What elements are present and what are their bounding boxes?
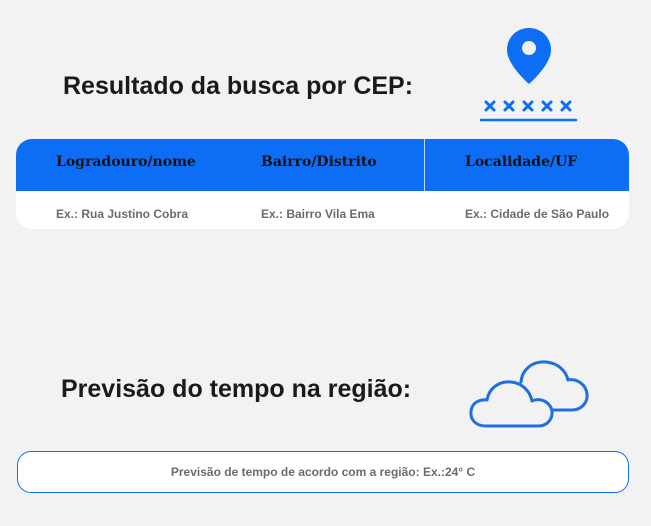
pin-shape — [507, 28, 551, 84]
cell-logradouro: Ex.: Rua Justino Cobra — [56, 207, 189, 221]
pin-hole — [522, 41, 536, 55]
header-localidade: Localidade/UF — [465, 154, 578, 170]
forecast-text: Previsão de tempo de acordo com a região… — [170, 465, 476, 479]
cep-result-title: Resultado da busca por CEP: — [63, 72, 414, 100]
header-bairro: Bairro/Distrito — [261, 154, 377, 170]
masked-code-icon — [484, 100, 572, 112]
table-header-row: Logradouro/nome Bairro/Distrito Localida… — [16, 139, 629, 191]
header-divider — [424, 139, 425, 191]
front-cloud — [469, 380, 554, 428]
clouds-icon — [469, 360, 589, 428]
forecast-result-box: Previsão de tempo de acordo com a região… — [17, 451, 629, 493]
cell-localidade: Ex.: Cidade de São Paulo — [465, 207, 610, 221]
cell-bairro: Ex.: Bairro Vila Ema — [261, 207, 375, 221]
location-pin-icon — [479, 28, 578, 122]
weather-forecast-title: Previsão do tempo na região: — [61, 375, 412, 403]
cep-result-table: Logradouro/nome Bairro/Distrito Localida… — [16, 139, 629, 229]
header-logradouro: Logradouro/nome — [56, 154, 196, 170]
